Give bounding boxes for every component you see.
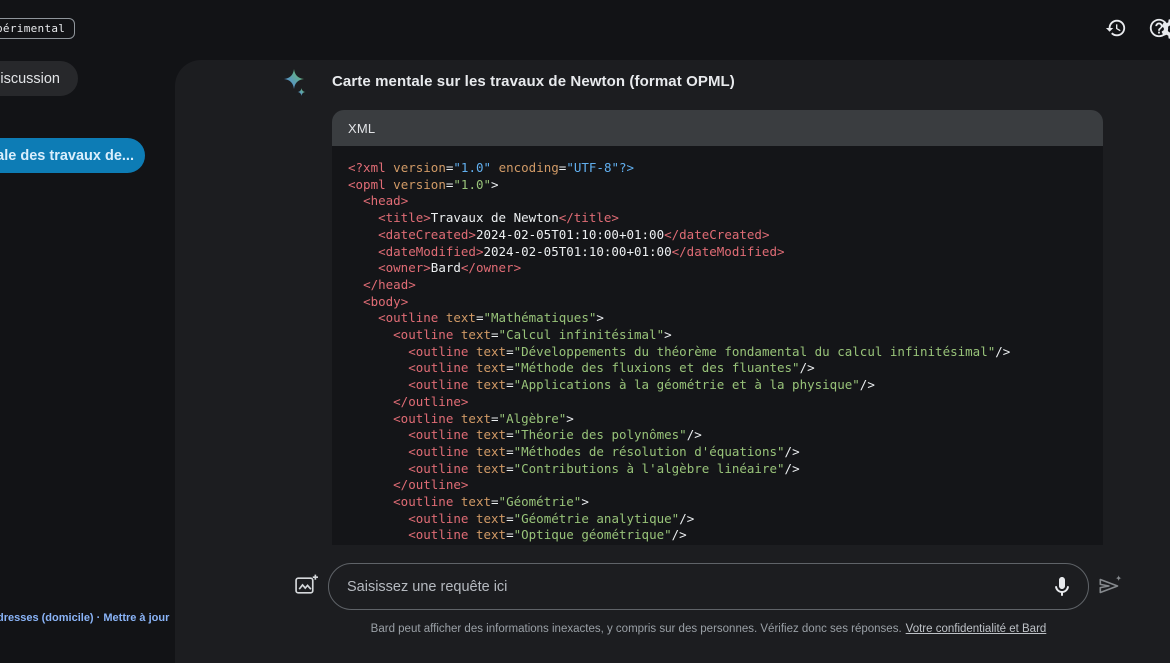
code-block-header: XML bbox=[332, 110, 1103, 146]
bard-sparkle-icon bbox=[283, 69, 311, 101]
response-title: Carte mentale sur les travaux de Newton … bbox=[332, 73, 735, 90]
image-upload-button[interactable] bbox=[294, 573, 319, 598]
settings-icon[interactable] bbox=[1159, 17, 1170, 41]
disclaimer: Bard peut afficher des informations inex… bbox=[328, 623, 1089, 635]
mic-icon bbox=[1050, 575, 1074, 599]
send-sparkle-icon bbox=[1096, 572, 1124, 600]
addresses-update-link[interactable]: dresses (domicile) · Mettre à jour bbox=[0, 612, 169, 624]
sidebar-item-active-chat[interactable]: ntale des travaux de... bbox=[0, 138, 145, 173]
sidebar-item-label: discussion bbox=[0, 71, 60, 87]
send-button[interactable] bbox=[1096, 572, 1124, 600]
mic-button[interactable] bbox=[1050, 575, 1074, 599]
experimental-badge-label: périmental bbox=[0, 22, 65, 35]
disclaimer-text: Bard peut afficher des informations inex… bbox=[371, 623, 902, 635]
experimental-badge: périmental bbox=[0, 18, 75, 39]
conversation-panel: Carte mentale sur les travaux de Newton … bbox=[175, 60, 1170, 663]
bard-app: périmental discussion ntale des travaux … bbox=[0, 0, 1170, 663]
prompt-input[interactable] bbox=[347, 579, 1050, 595]
code-block: <?xml version="1.0" encoding="UTF-8"?><o… bbox=[332, 146, 1103, 545]
prompt-input-container bbox=[328, 563, 1089, 610]
sidebar-item-label: ntale des travaux de... bbox=[0, 148, 134, 164]
privacy-link[interactable]: Votre confidentialité et Bard bbox=[906, 623, 1047, 635]
code-language-label: XML bbox=[348, 121, 375, 136]
add-image-icon bbox=[294, 573, 319, 598]
history-icon[interactable] bbox=[1105, 17, 1127, 39]
code-lines: <?xml version="1.0" encoding="UTF-8"?><o… bbox=[348, 160, 1103, 544]
sidebar-item-new-discussion[interactable]: discussion bbox=[0, 61, 78, 96]
